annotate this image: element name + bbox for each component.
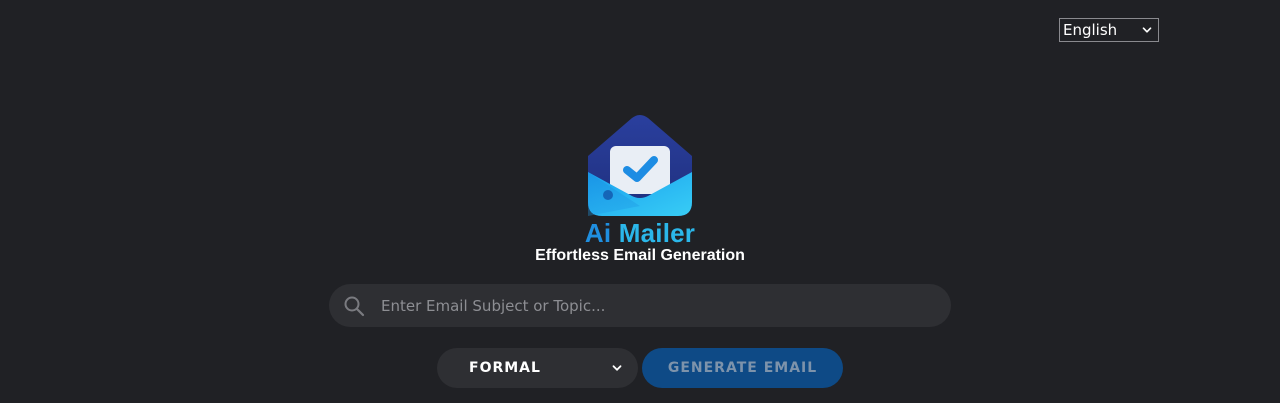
- page: English Ai Mailer Effortless Email Gener…: [0, 0, 1280, 403]
- search-bar: [329, 284, 951, 327]
- brand-name-mailer: Mailer: [618, 218, 696, 248]
- tone-select[interactable]: FORMAL: [437, 348, 638, 388]
- email-topic-input[interactable]: [381, 284, 921, 327]
- tone-select-value: FORMAL: [469, 360, 541, 376]
- brand-name-ai: Ai: [584, 218, 612, 248]
- generate-email-button[interactable]: GENERATE EMAIL: [642, 348, 843, 388]
- search-icon: [344, 296, 365, 317]
- language-select[interactable]: English: [1059, 18, 1159, 42]
- brand-title: Ai Mailer: [0, 216, 1280, 250]
- language-select-value: English: [1063, 21, 1118, 39]
- chevron-down-icon: [612, 365, 622, 371]
- tagline: Effortless Email Generation: [535, 247, 745, 264]
- envelope-check-icon: [588, 115, 692, 216]
- chevron-down-icon: [1142, 27, 1152, 33]
